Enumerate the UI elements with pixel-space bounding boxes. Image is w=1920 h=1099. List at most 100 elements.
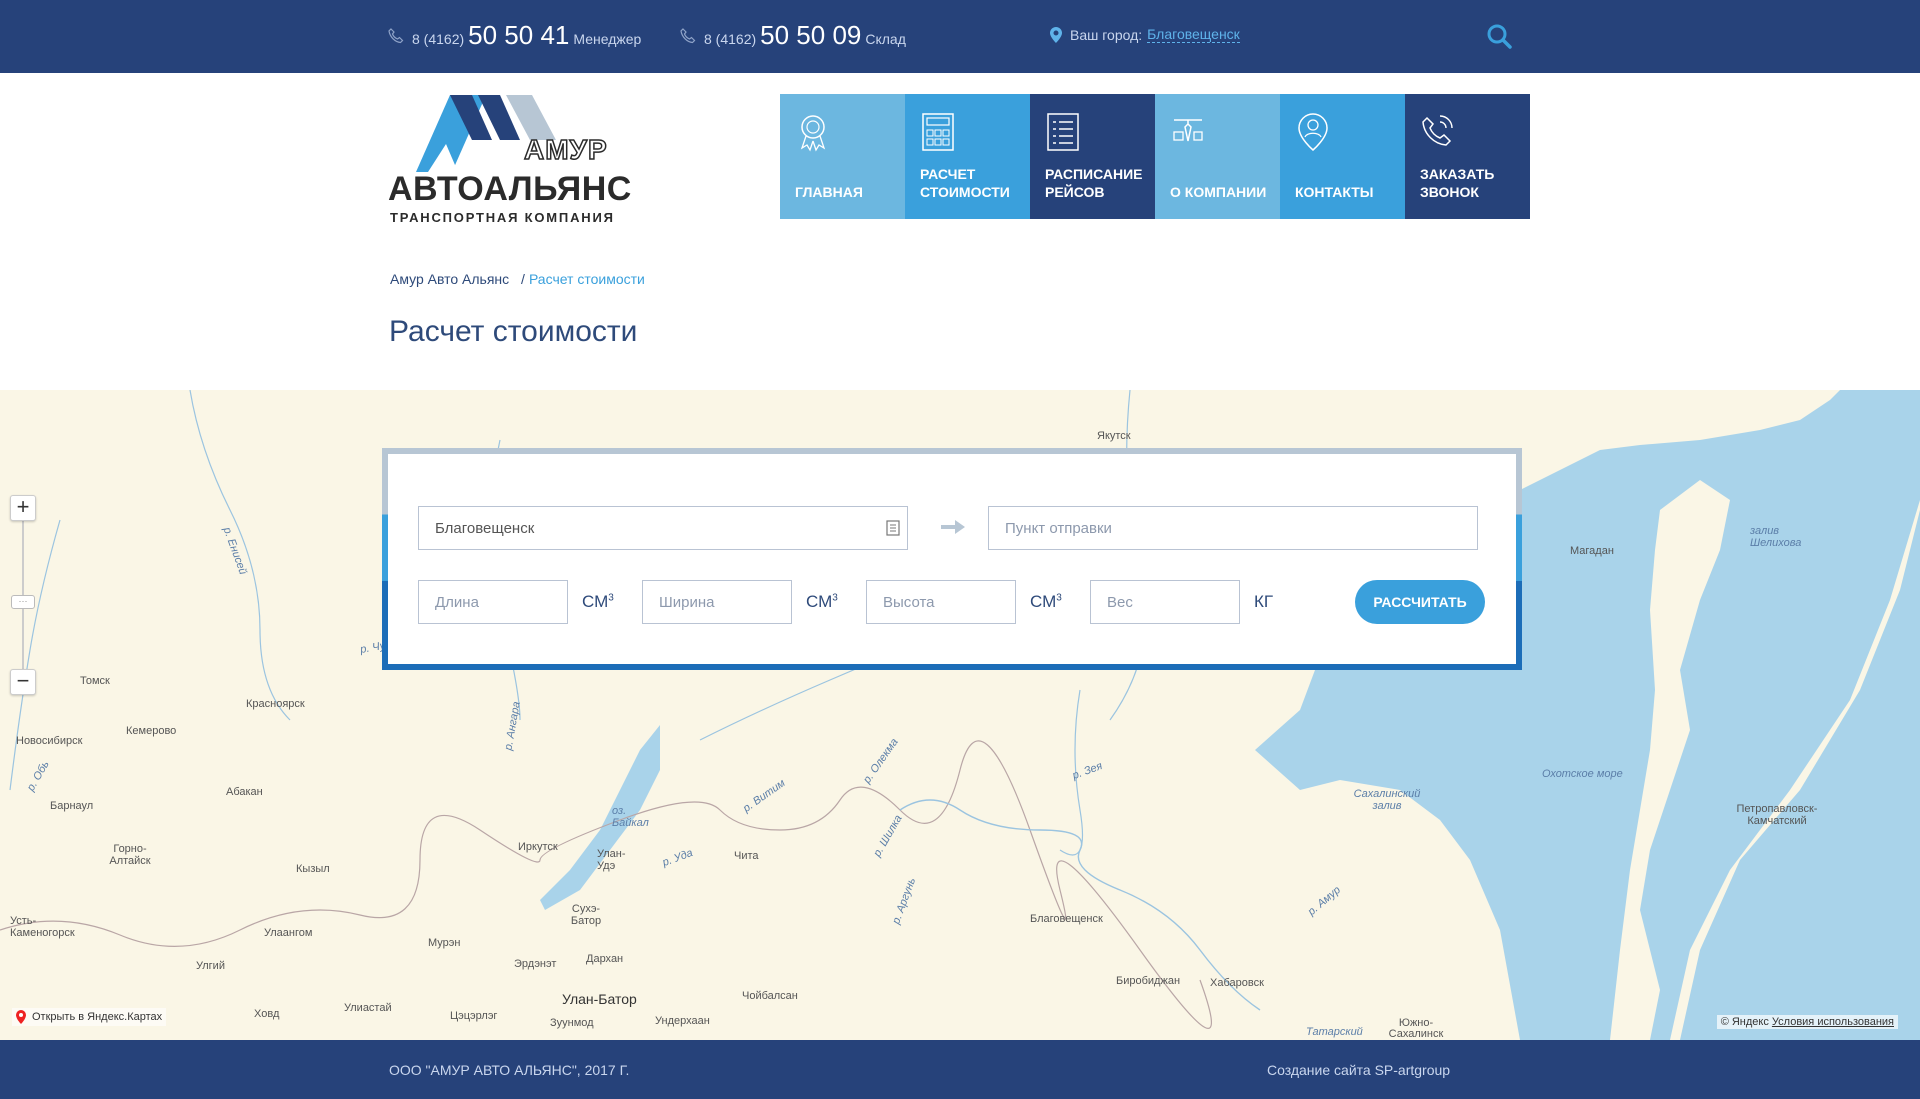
footer-developer-link[interactable]: Создание сайта SP-artgroup bbox=[1267, 1062, 1450, 1078]
map-copyright: © Яндекс Условия использования bbox=[1716, 1015, 1898, 1029]
map-label: Красноярск bbox=[246, 698, 305, 710]
breadcrumb-separator: / bbox=[521, 271, 525, 287]
unit-cm: СМ bbox=[1030, 592, 1057, 611]
list-icon bbox=[1047, 113, 1079, 151]
city-selector: Ваш город: Благовещенск bbox=[1050, 26, 1240, 43]
map-label: Усть-Каменогорск bbox=[10, 915, 75, 939]
calculator-icon bbox=[922, 113, 954, 151]
map-label: Эрдэнэт bbox=[514, 958, 557, 970]
nav-label: О компании bbox=[1170, 184, 1267, 200]
weight-input[interactable] bbox=[1090, 580, 1240, 624]
footer-copyright: ООО "АМУР АВТО АЛЬЯНС", 2017 Г. bbox=[389, 1062, 630, 1078]
nav-about[interactable]: О компании bbox=[1155, 94, 1280, 219]
map-label: Петропавловск-Камчатский bbox=[1736, 803, 1818, 827]
phone-label: Менеджер bbox=[573, 31, 642, 47]
map-label: Сахалинский залив bbox=[1353, 788, 1421, 812]
map-label: Барнаул bbox=[50, 800, 94, 812]
breadcrumb-current: Расчет стоимости bbox=[528, 271, 645, 287]
zoom-out-button[interactable]: − bbox=[10, 669, 36, 695]
phone-warehouse[interactable]: 8 (4162) 50 50 09 Склад bbox=[680, 20, 906, 51]
nav-schedule[interactable]: Расписание рейсов bbox=[1030, 94, 1155, 219]
city-list-icon[interactable] bbox=[886, 520, 900, 536]
map-label: залив Шелихова bbox=[1750, 525, 1802, 549]
nav-label: Контакты bbox=[1295, 184, 1374, 200]
zoom-in-button[interactable]: + bbox=[10, 495, 36, 521]
unit-label: СМ3 bbox=[806, 592, 838, 612]
height-input[interactable] bbox=[866, 580, 1016, 624]
map-label: Мурэн bbox=[428, 937, 461, 949]
logo-tagline: ТРАНСПОРТНАЯ КОМПАНИЯ bbox=[390, 210, 615, 225]
map-label: Абакан bbox=[226, 786, 263, 798]
phone-prefix: 8 (4162) bbox=[412, 31, 465, 47]
nav-home[interactable]: Главная bbox=[780, 94, 905, 219]
main-nav: Главная Расчет стоимости Расписание рейс… bbox=[780, 94, 1530, 219]
phone-prefix: 8 (4162) bbox=[704, 31, 757, 47]
unit-cm: СМ bbox=[582, 592, 609, 611]
yandex-pin-icon bbox=[16, 1010, 26, 1024]
award-icon bbox=[800, 115, 826, 152]
map-label: Биробиджан bbox=[1116, 975, 1181, 987]
copyright-text: © Яндекс bbox=[1720, 1016, 1769, 1028]
nav-contacts[interactable]: Контакты bbox=[1280, 94, 1405, 219]
phone-icon bbox=[680, 27, 696, 43]
nav-label: Главная bbox=[795, 184, 863, 200]
map-label: Новосибирск bbox=[16, 735, 83, 747]
top-bar: 8 (4162) 50 50 41 Менеджер 8 (4162) 50 5… bbox=[0, 0, 1920, 73]
map-label: Охотское море bbox=[1542, 768, 1623, 780]
phone-number: 50 50 41 bbox=[468, 20, 570, 50]
nav-callback[interactable]: Заказать звонок bbox=[1405, 94, 1530, 219]
location-pin-icon bbox=[1050, 26, 1062, 43]
map-label: Кызыл bbox=[296, 863, 330, 875]
phone-call-icon bbox=[1422, 115, 1453, 146]
open-in-yandex-maps[interactable]: Открыть в Яндекс.Картах bbox=[12, 1008, 167, 1026]
map-label: Улгий bbox=[196, 960, 225, 972]
unit-cm: СМ bbox=[806, 592, 833, 611]
unit-label: СМ3 bbox=[582, 592, 614, 612]
map-label: Улан-Батор bbox=[562, 991, 637, 1007]
map-label: Кемерово bbox=[126, 725, 177, 737]
footer: ООО "АМУР АВТО АЛЬЯНС", 2017 Г. Создание… bbox=[0, 1040, 1920, 1099]
nav-label: Расписание рейсов bbox=[1045, 166, 1143, 200]
calculator-panel: СМ3 СМ3 СМ3 КГ Рассчитать bbox=[388, 454, 1516, 664]
map-label: Улаангом bbox=[264, 927, 313, 939]
unit-kg: КГ bbox=[1254, 592, 1274, 611]
search-icon[interactable] bbox=[1486, 23, 1512, 49]
phone-manager[interactable]: 8 (4162) 50 50 41 Менеджер bbox=[388, 20, 641, 51]
to-city-input[interactable] bbox=[988, 506, 1478, 550]
width-input[interactable] bbox=[642, 580, 792, 624]
unit-sup: 3 bbox=[608, 592, 614, 604]
map-label: Якутск bbox=[1097, 430, 1131, 442]
nav-label: Заказать звонок bbox=[1420, 166, 1495, 200]
page-title: Расчет стоимости bbox=[389, 315, 638, 348]
from-city-input[interactable] bbox=[418, 506, 908, 550]
terms-link[interactable]: Условия использования bbox=[1772, 1016, 1894, 1028]
map-zoom-control: + ⋯ − bbox=[10, 495, 36, 695]
map-label: оз. Байкал bbox=[612, 805, 649, 829]
nav-label: Расчет стоимости bbox=[920, 166, 1010, 200]
nav-calculation[interactable]: Расчет стоимости bbox=[905, 94, 1030, 219]
map-label: Томск bbox=[80, 675, 110, 687]
city-link[interactable]: Благовещенск bbox=[1147, 26, 1240, 43]
city-label: Ваш город: bbox=[1070, 26, 1143, 43]
breadcrumb-home[interactable]: Амур Авто Альянс bbox=[390, 271, 509, 287]
zoom-slider-handle[interactable]: ⋯ bbox=[11, 595, 35, 609]
phone-icon bbox=[388, 27, 404, 43]
open-in-yandex-label: Открыть в Яндекс.Картах bbox=[32, 1011, 163, 1023]
map-label: Цэцэрлэг bbox=[450, 1010, 498, 1022]
calculate-button[interactable]: Рассчитать bbox=[1355, 580, 1485, 624]
logo-text-amur: АМУР bbox=[523, 133, 608, 166]
map-label: Южно-Сахалинск bbox=[1388, 1017, 1444, 1040]
length-input[interactable] bbox=[418, 580, 568, 624]
phone-label: Склад bbox=[865, 31, 906, 47]
map-label: Зуунмод bbox=[550, 1017, 594, 1029]
arrow-right-icon bbox=[941, 520, 965, 534]
breadcrumb: Амур Авто Альянс / Расчет стоимости bbox=[390, 271, 645, 287]
unit-sup: 3 bbox=[832, 592, 838, 604]
map-label: Ховд bbox=[254, 1008, 280, 1020]
map-label: Горно-Алтайск bbox=[109, 843, 151, 867]
logo-text-avtoalyans: АВТОАЛЬЯНС bbox=[388, 170, 632, 208]
logo[interactable]: АМУР АВТОАЛЬЯНС ТРАНСПОРТНАЯ КОМПАНИЯ bbox=[388, 92, 631, 227]
map-label: Хабаровск bbox=[1210, 977, 1264, 989]
map-label: Сухэ-Батор bbox=[570, 903, 602, 927]
unit-label: СМ3 bbox=[1030, 592, 1062, 612]
